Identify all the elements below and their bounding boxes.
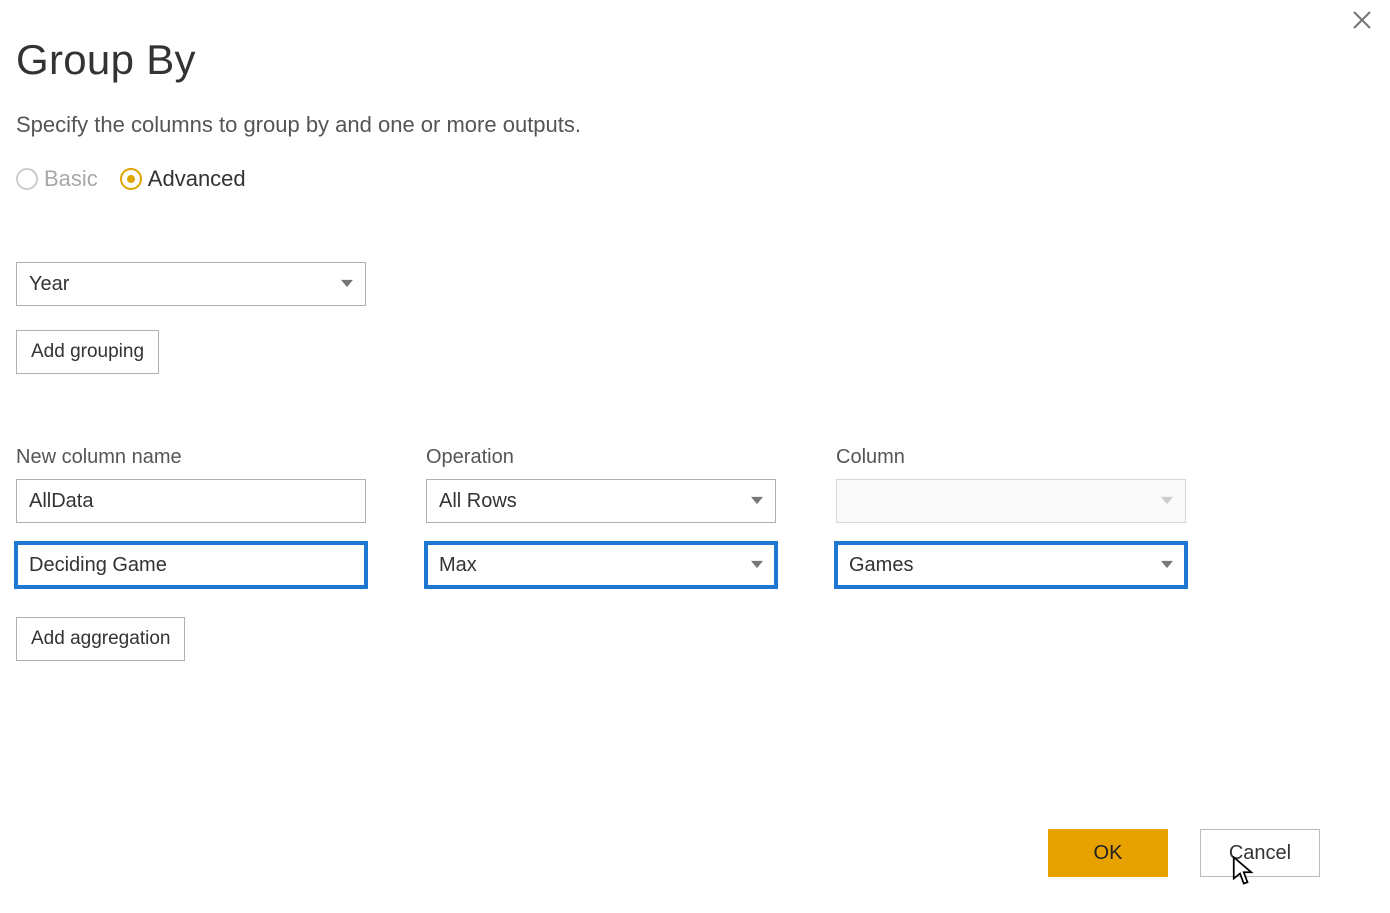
new-column-name-input[interactable]: AllData xyxy=(16,479,366,523)
operation-value: All Rows xyxy=(439,490,517,513)
cancel-label: Cancel xyxy=(1229,842,1291,864)
new-column-name-value: AllData xyxy=(29,490,93,513)
column-value: Games xyxy=(849,554,913,577)
header-column: Column xyxy=(836,446,1186,469)
aggregation-headers: New column name Operation Column xyxy=(16,446,1374,469)
radio-basic[interactable]: Basic xyxy=(16,166,98,192)
mode-radio-group: Basic Advanced xyxy=(16,166,1374,192)
operation-dropdown[interactable]: Max xyxy=(426,543,776,587)
cancel-button[interactable]: Cancel xyxy=(1200,829,1320,877)
new-column-name-value: Deciding Game xyxy=(29,554,167,577)
radio-icon xyxy=(120,168,142,190)
dialog-footer: OK Cancel xyxy=(1048,829,1320,877)
operation-dropdown[interactable]: All Rows xyxy=(426,479,776,523)
dialog-title: Group By xyxy=(16,36,1374,84)
radio-advanced[interactable]: Advanced xyxy=(120,166,246,192)
chevron-down-icon xyxy=(751,554,763,577)
radio-icon xyxy=(16,168,38,190)
new-column-name-input[interactable]: Deciding Game xyxy=(16,543,366,587)
add-aggregation-button[interactable]: Add aggregation xyxy=(16,617,185,661)
chevron-down-icon xyxy=(341,273,353,296)
add-grouping-button[interactable]: Add grouping xyxy=(16,330,159,374)
header-new-column: New column name xyxy=(16,446,366,469)
add-aggregation-label: Add aggregation xyxy=(31,628,170,650)
chevron-down-icon xyxy=(1161,490,1173,513)
column-dropdown[interactable]: Games xyxy=(836,543,1186,587)
group-column-value: Year xyxy=(29,273,69,296)
radio-basic-label: Basic xyxy=(44,166,98,192)
header-operation: Operation xyxy=(426,446,776,469)
close-button[interactable] xyxy=(1352,10,1372,35)
aggregation-row: Deciding Game Max Games xyxy=(16,543,1374,587)
group-by-dialog: Group By Specify the columns to group by… xyxy=(0,0,1390,913)
close-icon xyxy=(1352,17,1372,34)
ok-label: OK xyxy=(1094,842,1123,864)
radio-advanced-label: Advanced xyxy=(148,166,246,192)
operation-value: Max xyxy=(439,554,477,577)
chevron-down-icon xyxy=(751,490,763,513)
dialog-subtitle: Specify the columns to group by and one … xyxy=(16,112,1374,138)
aggregation-row: AllData All Rows xyxy=(16,479,1374,523)
chevron-down-icon xyxy=(1161,554,1173,577)
group-column-dropdown[interactable]: Year xyxy=(16,262,366,306)
add-grouping-label: Add grouping xyxy=(31,341,144,363)
ok-button[interactable]: OK xyxy=(1048,829,1168,877)
column-dropdown xyxy=(836,479,1186,523)
